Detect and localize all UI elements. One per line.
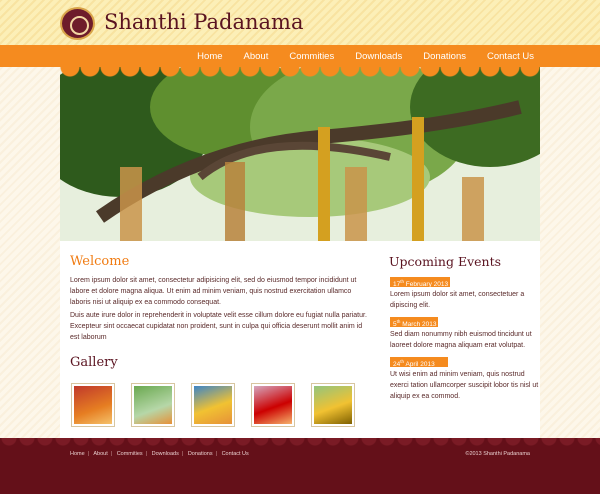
event-date: 17th February 2013 (390, 277, 450, 288)
site-header: Shanthi Padanama (0, 0, 600, 45)
footer-nav: Home | About | Commities | Downloads | Donat… (70, 451, 249, 457)
welcome-heading: Welcome (70, 254, 130, 269)
event-text: Ut wisi enim ad minim veniam, quis nostr… (390, 371, 539, 400)
footer-link-home[interactable]: Home (70, 451, 85, 457)
event-date: 24th April 2013 (390, 357, 448, 368)
nav-downloads[interactable]: Downloads (355, 51, 402, 62)
nav-commities[interactable]: Commities (289, 51, 334, 62)
site-title[interactable]: Shanthi Padanama (104, 10, 303, 34)
content-area: Welcome Lorem ipsum dolor sit amet, cons… (60, 241, 540, 438)
welcome-paragraph-1: Lorem ipsum dolor sit amet, consectetur … (70, 277, 357, 306)
gallery-thumb[interactable] (71, 383, 115, 427)
gallery-thumb[interactable] (251, 383, 295, 427)
site-footer: Home | About | Commities | Downloads | Donat… (0, 438, 600, 494)
gallery-thumb[interactable] (131, 383, 175, 427)
logo[interactable] (60, 7, 95, 40)
nav-about[interactable]: About (244, 51, 269, 62)
copyright: ©2013 Shanthi Padanama (465, 451, 530, 457)
footer-link-downloads[interactable]: Downloads (152, 451, 179, 457)
nav-donations[interactable]: Donations (423, 51, 466, 62)
hero-image (60, 67, 540, 241)
nav-home[interactable]: Home (197, 51, 222, 62)
gallery-thumb[interactable] (311, 383, 355, 427)
event-text: Lorem ipsum dolor sit amet, consectetuer… (390, 291, 525, 309)
event-date: 5th March 2013 (390, 317, 438, 328)
main-nav: Home About Commities Downloads Donations… (0, 45, 600, 67)
gallery-heading: Gallery (70, 355, 118, 370)
footer-link-about[interactable]: About (93, 451, 107, 457)
footer-link-commities[interactable]: Commities (117, 451, 143, 457)
welcome-paragraph-2: Duis aute irure dolor in reprehenderit i… (70, 312, 367, 341)
event-text: Sed diam nonummy nibh euismod tincidunt … (390, 331, 532, 349)
nav-scallop-fringe (60, 67, 540, 83)
events-heading: Upcoming Events (389, 254, 502, 269)
footer-link-contact-us[interactable]: Contact Us (222, 451, 249, 457)
gallery-thumb[interactable] (191, 383, 235, 427)
footer-fringe (0, 438, 600, 450)
footer-link-donations[interactable]: Donations (188, 451, 213, 457)
nav-contact-us[interactable]: Contact Us (487, 51, 534, 62)
